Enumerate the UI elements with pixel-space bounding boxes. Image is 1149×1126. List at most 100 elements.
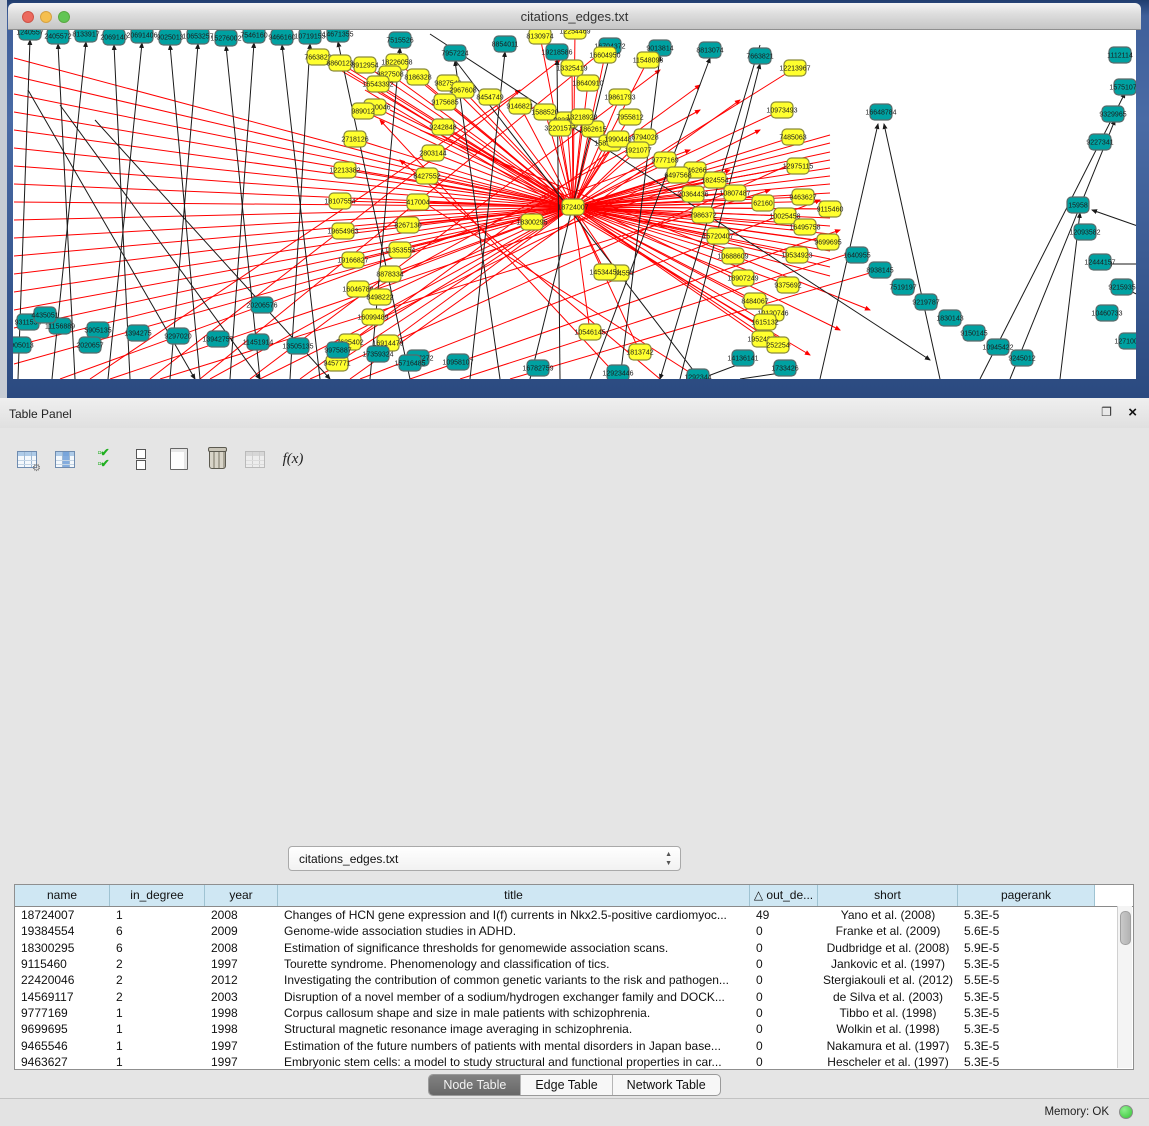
graph-node[interactable]: 8938145 [866,262,893,278]
graph-node[interactable]: 12213967 [779,60,810,76]
graph-node[interactable]: 1394275 [124,325,151,341]
graph-node[interactable]: 1830143 [936,310,963,326]
graph-node[interactable]: 5905135 [84,322,111,338]
new-column-button[interactable] [166,446,192,472]
graph-node[interactable]: 62160 [752,195,774,211]
table-mode-button[interactable]: ⚙ [14,446,40,472]
column-header-pagerank[interactable]: pagerank [958,885,1095,906]
scrollbar-thumb[interactable] [1120,911,1131,945]
table-select-dropdown[interactable]: citations_edges.txt ▲▼ [288,846,681,871]
graph-node[interactable]: 7515526 [386,32,413,48]
graph-node[interactable]: 7519197 [889,279,916,295]
delete-column-button[interactable] [204,446,230,472]
select-all-button[interactable]: ▫✔▫✔ [90,446,116,472]
graph-node[interactable]: 9245012 [1008,350,1035,366]
graph-node[interactable]: 19861793 [604,89,635,105]
graph-node[interactable]: 8860123 [326,55,353,71]
graph-node[interactable]: 10807487 [719,185,750,201]
graph-node[interactable]: 8133917 [72,30,99,42]
graph-edge[interactable] [226,46,260,379]
graph-node[interactable]: 9115460 [817,201,844,217]
network-canvas[interactable]: 1240557240557281339172069140206914069025… [13,30,1136,379]
graph-node[interactable]: 9227341 [1086,134,1113,150]
graph-node[interactable]: 12093582 [1069,224,1100,240]
table-row[interactable]: 1830029562008Estimation of significance … [15,940,1133,956]
graph-node[interactable]: 19166827 [337,252,368,268]
graph-node[interactable]: 6497568 [664,167,691,183]
tab-node-table[interactable]: Node Table [429,1075,521,1095]
graph-edge[interactable] [345,170,573,207]
graph-edge[interactable] [680,64,760,379]
graph-node[interactable]: 1733426 [771,360,798,376]
graph-edge[interactable] [1092,210,1136,230]
graph-node[interactable]: 4435051 [31,307,58,323]
table-row[interactable]: 1456911722003Disruption of a novel membe… [15,988,1133,1004]
table-row[interactable]: 911546021997Tourette syndrome. Phenomeno… [15,956,1133,972]
graph-edge[interactable] [460,250,860,379]
graph-node[interactable]: 2803144 [419,145,446,161]
show-columns-button[interactable] [52,446,78,472]
graph-node[interactable]: 8186328 [404,69,431,85]
graph-node[interactable]: 12213382 [329,162,360,178]
table-row[interactable]: 1872400712008Changes of HCN gene express… [15,907,1133,923]
graph-node[interactable]: 15751074 [1109,79,1136,95]
graph-node[interactable]: 10945422 [982,339,1013,355]
graph-node[interactable]: 1615132 [751,314,778,330]
graph-node[interactable]: 9375692 [774,277,801,293]
graph-node[interactable]: 8813074 [696,42,723,58]
graph-node[interactable]: 9242848 [429,119,456,135]
graph-node[interactable]: 20691406 [126,30,157,43]
graph-node[interactable]: 14534451 [589,264,620,280]
float-panel-icon[interactable]: ❐ [1100,406,1113,419]
graph-node[interactable]: 989012 [351,103,374,119]
graph-node[interactable]: 19654963 [327,223,358,239]
column-header-title[interactable]: title [278,885,750,906]
graph-node[interactable]: 7986372 [689,207,716,223]
graph-node[interactable]: 14671355 [322,30,353,42]
graph-node[interactable]: 14136141 [727,350,758,366]
graph-node[interactable]: 2718126 [341,131,368,147]
table-row[interactable]: 946362711997Embryonic stem cells: a mode… [15,1054,1133,1070]
graph-node[interactable]: 12444157 [1084,254,1115,270]
graph-node[interactable]: 252254 [766,337,789,353]
graph-node[interactable]: 18107554 [324,193,355,209]
graph-node[interactable]: 11353554 [385,242,416,258]
column-header-name[interactable]: name [15,885,110,906]
graph-node[interactable]: 7485063 [779,129,806,145]
graph-edge[interactable] [884,124,940,379]
graph-node[interactable]: 10958107 [442,354,473,370]
graph-node[interactable]: 12975115 [783,158,814,174]
graph-node[interactable]: 7546160 [240,30,267,43]
graph-node[interactable]: 1640955 [843,247,870,263]
graph-node[interactable]: 8912954 [351,57,378,73]
graph-node[interactable]: 18907249 [727,270,758,286]
close-panel-icon[interactable]: × [1128,404,1137,421]
graph-edge[interactable] [433,153,573,207]
column-header-in_degree[interactable]: in_degree [110,885,205,906]
graph-node[interactable]: 13505135 [282,338,313,354]
graph-node[interactable]: 18640910 [572,75,603,91]
graph-node[interactable]: 417004 [406,194,429,210]
graph-node[interactable]: 9025013 [156,30,183,45]
graph-node[interactable]: 13325419 [556,60,587,76]
graph-node[interactable]: 7957224 [441,45,468,61]
graph-node[interactable]: 9150145 [960,325,987,341]
graph-edge[interactable] [290,44,310,379]
graph-node[interactable]: 15958 [1067,197,1089,213]
graph-node[interactable]: 7955812 [616,109,643,125]
graph-node[interactable]: 17359324 [362,346,393,362]
graph-node[interactable]: 9777169 [651,152,678,168]
column-header-short[interactable]: short [818,885,958,906]
graph-node[interactable]: 1824554 [701,172,728,188]
graph-node[interactable]: 1112114 [1107,47,1133,63]
graph-node[interactable]: 18300295 [516,214,547,230]
graph-node[interactable]: 7905013 [13,337,34,353]
column-header-out_de[interactable]: △ out_de... [750,885,818,906]
graph-node[interactable]: 2020657 [76,337,103,353]
graph-node[interactable]: 11548098 [633,52,664,68]
graph-node[interactable]: 2405572 [44,30,71,44]
graph-node[interactable]: 16604950 [589,47,620,63]
graph-node[interactable]: 9297020 [164,328,191,344]
function-builder-button[interactable]: f(x) [280,446,306,472]
graph-node[interactable]: 15276002 [210,30,241,46]
